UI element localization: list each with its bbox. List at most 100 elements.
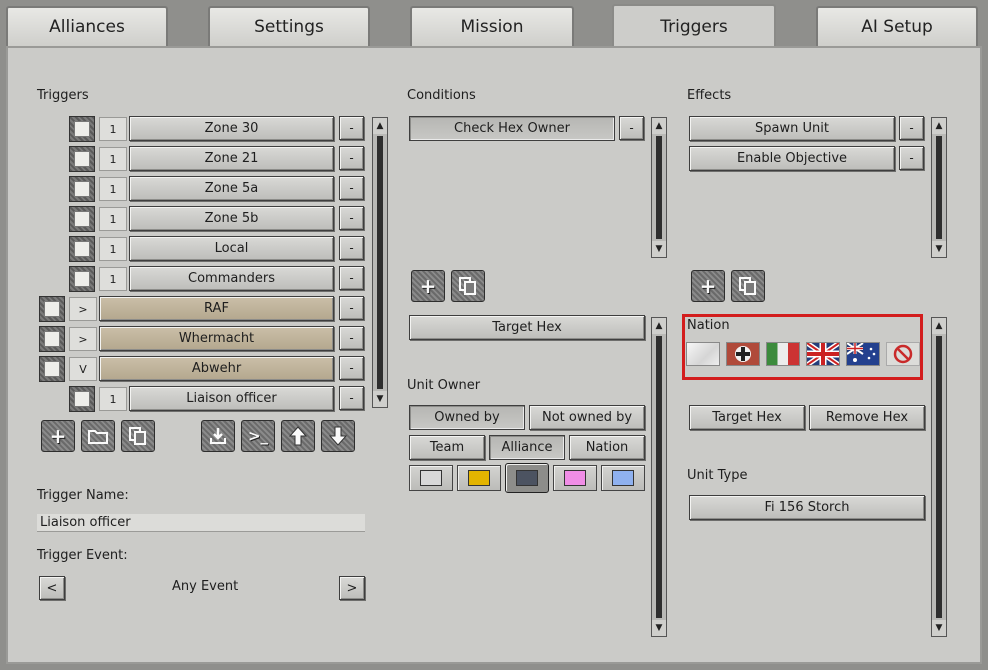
scroll-up-icon[interactable]: ▲ <box>373 118 387 134</box>
not-owned-by-button[interactable]: Not owned by <box>529 405 645 430</box>
trigger-row[interactable]: Liaison officer <box>129 386 334 411</box>
event-next-button[interactable]: > <box>339 576 365 600</box>
scroll-track[interactable] <box>377 136 383 389</box>
remove-effect-button[interactable]: - <box>899 146 924 170</box>
copy-icon[interactable] <box>731 270 765 302</box>
remove-trigger-button[interactable]: - <box>339 206 364 230</box>
trigger-row[interactable]: RAF <box>99 296 334 321</box>
copy-icon[interactable] <box>451 270 485 302</box>
arrow-down-icon[interactable] <box>321 420 355 452</box>
copy-icon[interactable] <box>121 420 155 452</box>
alliance-color-swatch[interactable] <box>505 463 549 493</box>
trigger-row[interactable]: Abwehr <box>99 356 334 381</box>
import-icon[interactable] <box>201 420 235 452</box>
trigger-enable-checkbox[interactable] <box>69 386 95 412</box>
scroll-track[interactable] <box>936 336 942 618</box>
trigger-name-field[interactable]: Liaison officer <box>37 514 365 532</box>
remove-trigger-button[interactable]: - <box>339 296 364 320</box>
trigger-row[interactable]: Whermacht <box>99 326 334 351</box>
trigger-enable-checkbox[interactable] <box>39 296 65 322</box>
tab-triggers[interactable]: Triggers <box>612 4 776 48</box>
alliance-color-swatch[interactable] <box>409 465 453 491</box>
effects-scrollbar[interactable]: ▲ ▼ <box>931 117 947 258</box>
tab-settings[interactable]: Settings <box>208 6 370 46</box>
trigger-enable-checkbox[interactable] <box>69 236 95 262</box>
trigger-enable-checkbox[interactable] <box>69 176 95 202</box>
trigger-row[interactable]: Zone 21 <box>129 146 334 171</box>
group-expand-toggle[interactable]: V <box>69 357 97 381</box>
scroll-track[interactable] <box>656 336 662 618</box>
trigger-enable-checkbox[interactable] <box>69 146 95 172</box>
trigger-row[interactable]: Zone 5b <box>129 206 334 231</box>
effect-details-scrollbar[interactable]: ▲ ▼ <box>931 317 947 637</box>
owned-by-button[interactable]: Owned by <box>409 405 525 430</box>
effect-spawn-unit[interactable]: Spawn Unit <box>689 116 895 141</box>
scroll-up-icon[interactable]: ▲ <box>932 318 946 334</box>
nation-button[interactable]: Nation <box>569 435 645 460</box>
remove-effect-button[interactable]: - <box>899 116 924 140</box>
group-expand-toggle[interactable]: > <box>69 327 97 351</box>
condition-details-scrollbar[interactable]: ▲ ▼ <box>651 317 667 637</box>
team-button[interactable]: Team <box>409 435 485 460</box>
flag-italy-icon[interactable] <box>766 342 800 366</box>
remove-hex-button[interactable]: Remove Hex <box>809 405 925 430</box>
trigger-enable-checkbox[interactable] <box>39 356 65 382</box>
tab-alliances[interactable]: Alliances <box>6 6 168 46</box>
alliance-button[interactable]: Alliance <box>489 435 565 460</box>
alliance-color-swatch[interactable] <box>553 465 597 491</box>
remove-trigger-button[interactable]: - <box>339 356 364 380</box>
condition-target-hex-button[interactable]: Target Hex <box>409 315 645 340</box>
no-nation-icon[interactable] <box>886 342 920 366</box>
trigger-enable-checkbox[interactable] <box>69 266 95 292</box>
trigger-row[interactable]: Local <box>129 236 334 261</box>
checkbox-box <box>74 181 90 197</box>
remove-trigger-button[interactable]: - <box>339 326 364 350</box>
trigger-row[interactable]: Zone 5a <box>129 176 334 201</box>
effect-target-hex-button[interactable]: Target Hex <box>689 405 805 430</box>
trigger-enable-checkbox[interactable] <box>39 326 65 352</box>
scroll-down-icon[interactable]: ▼ <box>373 391 387 407</box>
scroll-up-icon[interactable]: ▲ <box>652 118 666 134</box>
trigger-list-scrollbar[interactable]: ▲ ▼ <box>372 117 388 408</box>
effect-enable-objective[interactable]: Enable Objective <box>689 146 895 171</box>
flag-germany-icon[interactable] <box>726 342 760 366</box>
remove-trigger-button[interactable]: - <box>339 236 364 260</box>
flag-australia-icon[interactable] <box>846 342 880 366</box>
scroll-track[interactable] <box>656 136 662 239</box>
scroll-track[interactable] <box>936 136 942 239</box>
tab-ai-setup[interactable]: AI Setup <box>816 6 978 46</box>
scroll-down-icon[interactable]: ▼ <box>932 620 946 636</box>
trigger-enable-checkbox[interactable] <box>69 116 95 142</box>
remove-trigger-button[interactable]: - <box>339 266 364 290</box>
arrow-up-icon[interactable] <box>281 420 315 452</box>
trigger-enable-checkbox[interactable] <box>69 206 95 232</box>
scroll-down-icon[interactable]: ▼ <box>652 241 666 257</box>
tab-mission[interactable]: Mission <box>410 6 574 46</box>
plus-icon[interactable]: + <box>691 270 725 302</box>
scroll-up-icon[interactable]: ▲ <box>652 318 666 334</box>
scroll-down-icon[interactable]: ▼ <box>652 620 666 636</box>
tab-alliances-label: Alliances <box>49 17 125 37</box>
remove-trigger-button[interactable]: - <box>339 116 364 140</box>
conditions-scrollbar[interactable]: ▲ ▼ <box>651 117 667 258</box>
alliance-color-swatch[interactable] <box>601 465 645 491</box>
event-prev-button[interactable]: < <box>39 576 65 600</box>
scroll-up-icon[interactable]: ▲ <box>932 118 946 134</box>
flag-uk-icon[interactable] <box>805 340 841 368</box>
alliance-color-swatch[interactable] <box>457 465 501 491</box>
group-expand-toggle[interactable]: > <box>69 297 97 321</box>
condition-check-hex-owner[interactable]: Check Hex Owner <box>409 116 615 141</box>
unit-type-selector[interactable]: Fi 156 Storch <box>689 495 925 520</box>
trigger-row[interactable]: Zone 30 <box>129 116 334 141</box>
remove-trigger-button[interactable]: - <box>339 176 364 200</box>
remove-trigger-button[interactable]: - <box>339 386 364 410</box>
plus-icon[interactable]: + <box>411 270 445 302</box>
trigger-row[interactable]: Commanders <box>129 266 334 291</box>
plus-icon[interactable]: + <box>41 420 75 452</box>
console-icon[interactable]: >_ <box>241 420 275 452</box>
remove-trigger-button[interactable]: - <box>339 146 364 170</box>
remove-condition-button[interactable]: - <box>619 116 644 140</box>
flag-white-icon[interactable] <box>686 342 720 366</box>
scroll-down-icon[interactable]: ▼ <box>932 241 946 257</box>
folder-icon[interactable] <box>81 420 115 452</box>
